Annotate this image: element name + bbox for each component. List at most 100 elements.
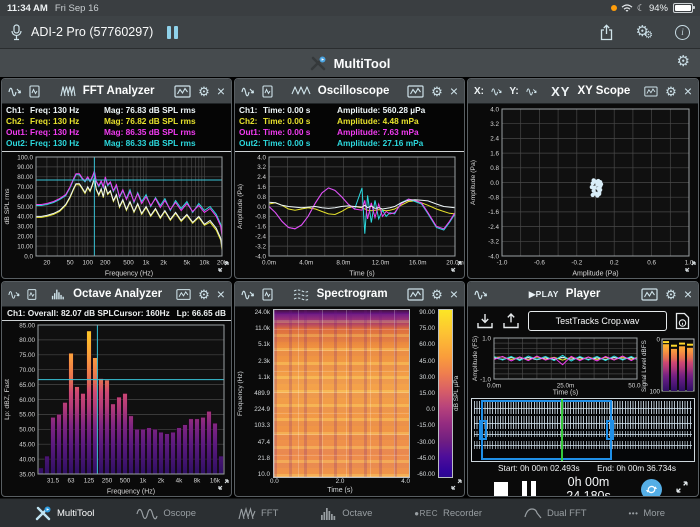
y-tick-label: 80.00 [17,174,33,181]
x-tick-label: -0.2 [571,260,582,267]
file-info-icon[interactable] [675,312,690,330]
resize-handle-icon[interactable] [218,477,229,495]
loop-button[interactable] [641,479,662,498]
tab-dual-fft[interactable]: Dual FFT [524,507,587,519]
snapshot-icon[interactable] [262,85,273,98]
y-tick-label: 50.00 [19,427,35,434]
tab-oscope[interactable]: Oscope [136,507,196,520]
player-header: ▶PLAY Player ⚙ × [468,282,698,307]
snapshot-icon[interactable] [27,288,37,301]
player-close-icon[interactable]: × [684,287,692,301]
y-tick-label: 40.00 [19,456,35,463]
tab-recorder[interactable]: ●REC Recorder [414,508,482,519]
loaded-file-name[interactable]: TestTracks Crop.wav [528,311,667,331]
snapshot-icon[interactable] [262,288,273,301]
y-tick-label: -2.4 [255,234,266,241]
device-toolbar: ADI-2 Pro (57760297) ⚙⚙ i [0,16,700,49]
resize-handle-icon[interactable] [451,259,462,277]
xy-gear-icon[interactable]: ⚙ [665,85,677,98]
player-gear-icon[interactable]: ⚙ [665,288,677,301]
octave-chart[interactable]: 85.0080.0075.0070.0065.0060.0055.0050.00… [2,321,231,497]
selection-handle-right[interactable] [606,420,614,440]
info-icon[interactable]: i [675,25,690,40]
resize-handle-icon[interactable] [451,477,462,495]
y-source-icon[interactable] [526,85,537,98]
share-icon[interactable] [599,24,614,41]
octave-gear-icon[interactable]: ⚙ [198,288,210,301]
x-tick-label: 2k [158,478,166,485]
y-tick-label: 0.0 [490,180,499,187]
spectrogram-close-icon[interactable]: × [450,287,458,301]
input-route-icon[interactable] [8,85,22,98]
device-name[interactable]: ADI-2 Pro (57760297) [31,25,153,39]
selection-handle-left[interactable] [479,420,487,440]
input-route-icon[interactable] [241,288,255,301]
y-tick-label: 4.0 [490,106,499,113]
fft-readouts: Ch1:Freq: 130 HzMag: 76.83 dB SPL rmsCh2… [2,104,231,152]
y-tick-label: -0.8 [255,214,266,221]
osc-close-icon[interactable]: × [450,84,458,98]
y-tick-label: -1.6 [488,209,499,216]
x-tick-label: -1.0 [497,260,508,267]
input-route-icon[interactable] [241,85,255,98]
spectrogram-header: Spectrogram ⚙ × [235,282,464,307]
pause-button[interactable] [522,481,536,497]
colorbar [438,309,453,478]
xy-chart[interactable]: 4.03.22.41.60.80.0-0.8-1.6-2.4-3.2-4.0-1… [468,104,698,279]
settings-gears-icon[interactable]: ⚙⚙ [636,23,653,41]
player-scope-chart[interactable]: 1.0-1.00.0m25.0m50.0mTime (s)Amplitude (… [470,335,641,397]
layout-gear-icon[interactable]: ⚙ [677,54,690,69]
chart-style-icon[interactable] [176,288,191,301]
octave-bar [51,417,56,474]
spectrogram-body: Frequency (Hz) 24.0k11.0k5.1k2.3k1.1k489… [235,307,464,496]
chart-style-icon[interactable] [174,85,191,98]
stop-button[interactable] [494,482,508,496]
output-route-icon[interactable] [474,288,488,301]
y-tick-label: 20.00 [17,234,33,241]
fft-gear-icon[interactable]: ⚙ [198,85,210,98]
fft-close-icon[interactable]: × [217,84,225,98]
input-route-icon[interactable] [8,288,20,301]
resize-handle-icon[interactable] [676,480,688,497]
osc-gear-icon[interactable]: ⚙ [431,85,443,98]
octave-close-icon[interactable]: × [217,287,225,301]
tab-multitool[interactable]: MultiTool [35,506,95,521]
octave-readout: Ch1: Overall: 82.07 dB SPL Cursor: 160Hz… [2,307,231,321]
waveform-overview[interactable] [471,398,695,462]
octave-bar [141,429,146,474]
playhead[interactable] [561,399,563,461]
resize-handle-icon[interactable] [218,259,229,277]
octave-bar [195,419,200,474]
chart-style-icon[interactable] [644,85,658,98]
octave-bar [153,429,158,474]
y-tick-label: 10.0 [258,471,270,478]
mic-icon[interactable] [10,24,23,41]
tab-more[interactable]: ••• More [628,508,665,519]
tab-octave[interactable]: Octave [320,507,372,520]
selection-box[interactable] [481,400,612,460]
resize-handle-icon[interactable] [685,259,696,277]
spectrogram-plot[interactable] [273,309,410,478]
osc-chart[interactable]: 4.03.22.41.60.80.0-0.8-1.6-2.4-3.2-4.00.… [235,152,464,279]
snapshot-icon[interactable] [29,85,40,98]
fft-chart[interactable]: 100.090.0080.0070.0060.0050.0040.0030.00… [2,152,231,279]
y-tick-label: -2.4 [488,224,499,231]
y-tick-label: 1.0 [482,335,491,342]
export-file-icon[interactable] [502,312,520,330]
pause-stream-button[interactable] [167,26,178,39]
chart-style-icon[interactable] [407,288,424,301]
tab-fft[interactable]: FFT [238,507,278,520]
chart-style-icon[interactable] [407,85,424,98]
octave-overall: Ch1: Overall: 82.07 dB SPL [7,307,114,320]
app-bar: MultiTool ⚙ [0,49,700,77]
x-source-icon[interactable] [491,85,502,98]
xy-close-icon[interactable]: × [684,84,692,98]
xy-point [599,182,603,186]
chart-style-icon[interactable] [641,288,658,301]
y-tick-label: 224.9 [254,406,270,413]
app-title: MultiTool [334,56,391,71]
spectrogram-gear-icon[interactable]: ⚙ [431,288,443,301]
y-tick-label: 1.6 [257,184,266,191]
import-file-icon[interactable] [476,312,494,330]
y-tick-label: 47.4 [258,439,270,446]
